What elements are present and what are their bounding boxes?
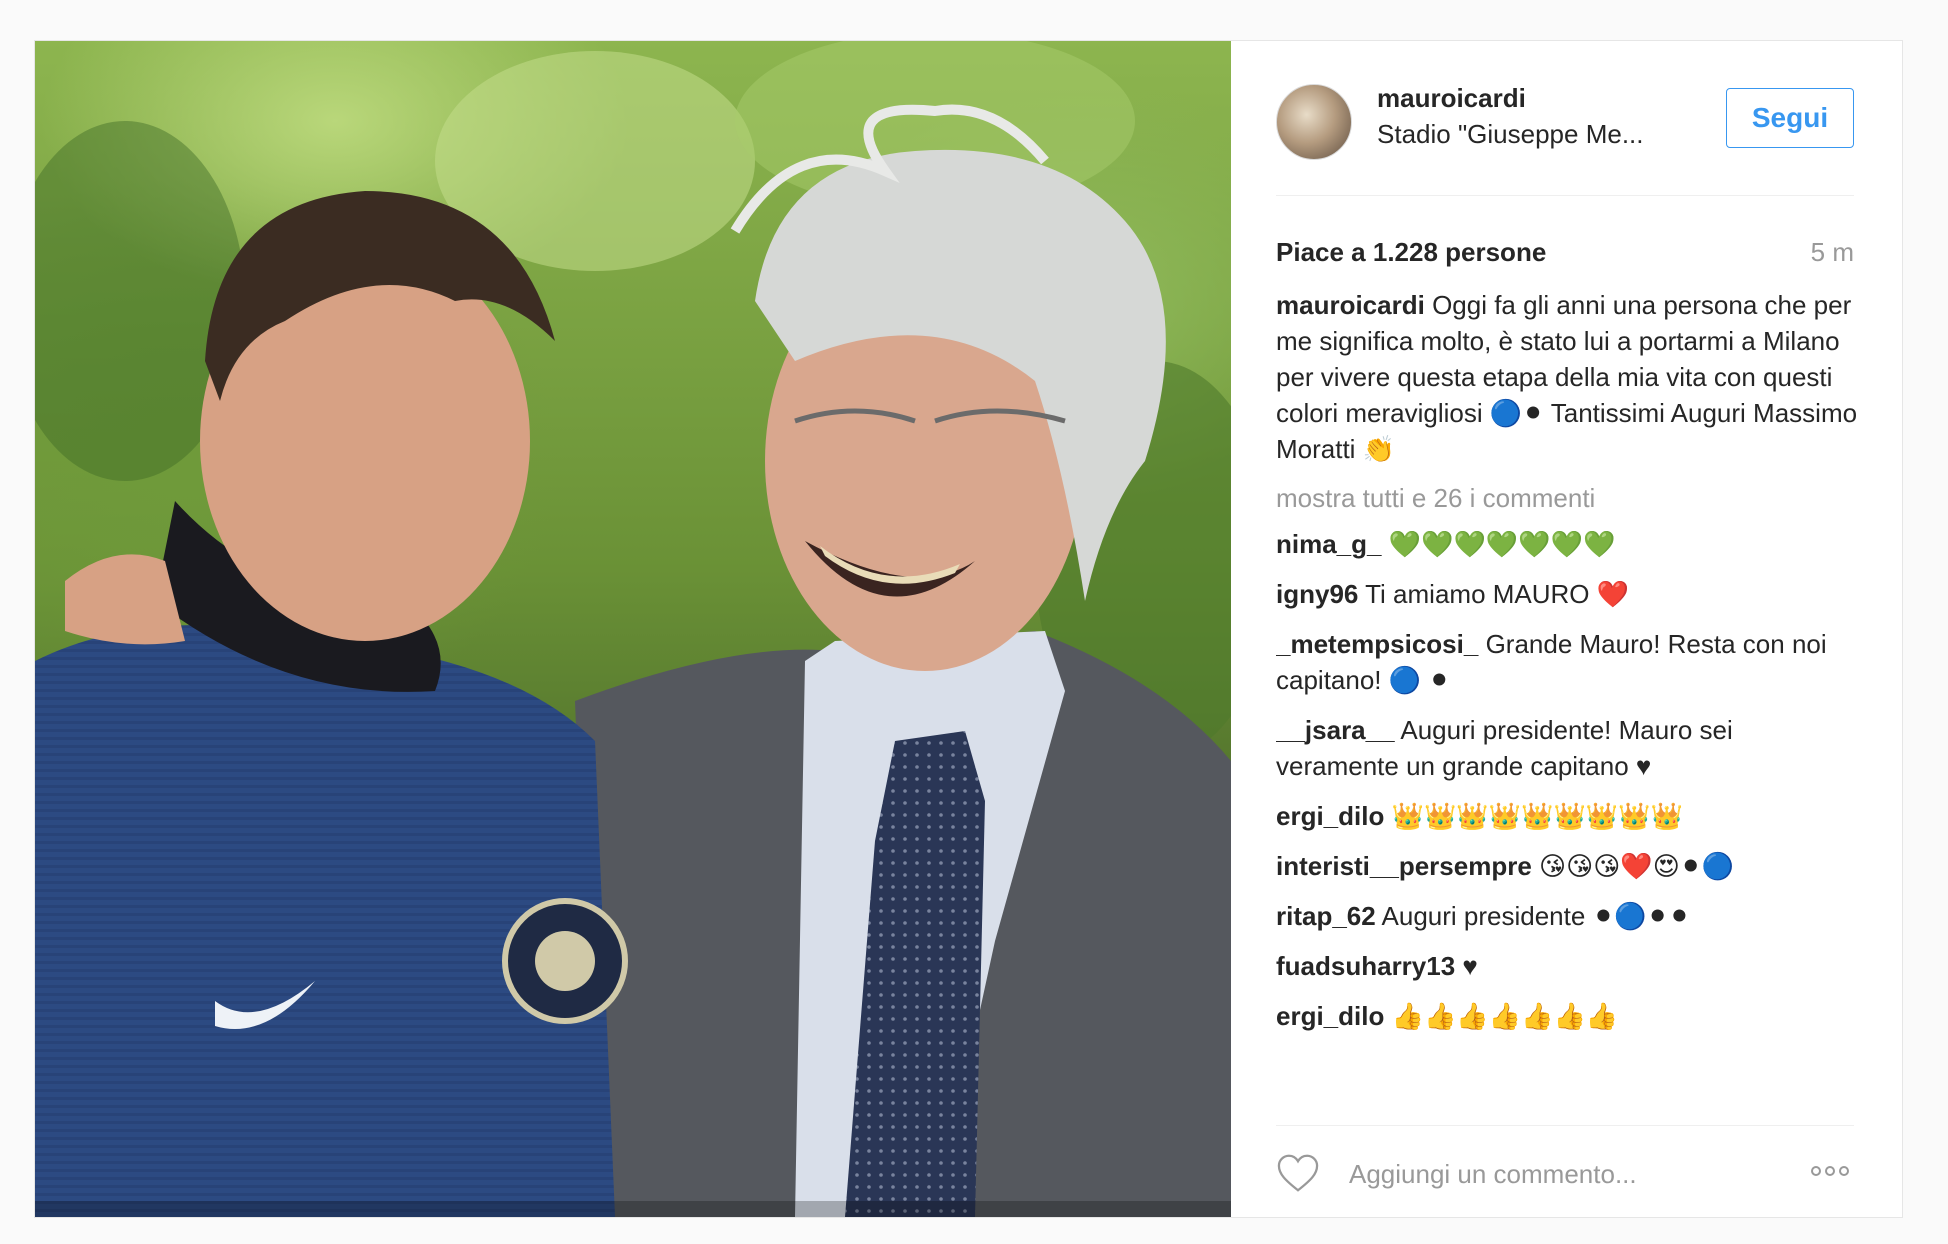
comment-username[interactable]: interisti__persempre — [1276, 851, 1532, 881]
comment-text: 💚💚💚💚💚💚💚 — [1388, 529, 1616, 559]
dot-icon — [1839, 1166, 1849, 1176]
post-sidebar: mauroicardi Stadio "Giuseppe Me... Segui… — [1231, 41, 1902, 1217]
dot-icon — [1825, 1166, 1835, 1176]
comment-text: Auguri presidente ⚫🔵⚫⚫ — [1381, 901, 1691, 931]
divider — [1276, 195, 1854, 196]
comment-item: fuadsuharry13 ♥ — [1276, 948, 1861, 984]
comment-item: ritap_62 Auguri presidente ⚫🔵⚫⚫ — [1276, 898, 1861, 934]
heart-outline-icon[interactable] — [1276, 1153, 1320, 1193]
comment-item: igny96 Ti amiamo MAURO ❤️ — [1276, 576, 1861, 612]
comment-input[interactable] — [1349, 1153, 1769, 1195]
comment-username[interactable]: __jsara__ — [1276, 715, 1395, 745]
timestamp[interactable]: 5 m — [1811, 237, 1854, 268]
caption: mauroicardi Oggi fa gli anni una persona… — [1276, 287, 1861, 467]
comment-username[interactable]: nima_g_ — [1276, 529, 1382, 559]
comment-text: ♥ — [1462, 951, 1478, 981]
comment-username[interactable]: ergi_dilo — [1276, 1001, 1384, 1031]
follow-button[interactable]: Segui — [1726, 88, 1854, 148]
comment-item: __jsara__ Auguri presidente! Mauro sei v… — [1276, 712, 1861, 784]
comment-text: 👍👍👍👍👍👍👍 — [1391, 1001, 1619, 1031]
comment-text: Ti amiamo MAURO ❤️ — [1365, 579, 1630, 609]
comment-item: nima_g_ 💚💚💚💚💚💚💚 — [1276, 526, 1861, 562]
avatar[interactable] — [1276, 84, 1352, 160]
comment-text: 👑👑👑👑👑👑👑👑👑 — [1391, 801, 1683, 831]
post-card: mauroicardi Stadio "Giuseppe Me... Segui… — [34, 40, 1903, 1218]
comment-username[interactable]: igny96 — [1276, 579, 1358, 609]
comment-item: interisti__persempre 😘😘😘❤️😍⚫🔵 — [1276, 848, 1861, 884]
caption-username[interactable]: mauroicardi — [1276, 290, 1425, 320]
comment-item: ergi_dilo 👍👍👍👍👍👍👍 — [1276, 998, 1861, 1034]
header-username[interactable]: mauroicardi — [1377, 83, 1526, 114]
comment-username[interactable]: ergi_dilo — [1276, 801, 1384, 831]
comment-item: _metempsicosi_ Grande Mauro! Resta con n… — [1276, 626, 1861, 698]
comment-username[interactable]: fuadsuharry13 — [1276, 951, 1455, 981]
dot-icon — [1811, 1166, 1821, 1176]
post-photo[interactable] — [35, 41, 1231, 1217]
show-all-comments-link[interactable]: mostra tutti e 26 i commenti — [1276, 480, 1861, 516]
photo-illustration — [35, 41, 1231, 1217]
divider — [1276, 1125, 1854, 1126]
comment-item: ergi_dilo 👑👑👑👑👑👑👑👑👑 — [1276, 798, 1861, 834]
comment-text: 😘😘😘❤️😍⚫🔵 — [1539, 851, 1734, 881]
comment-username[interactable]: ritap_62 — [1276, 901, 1376, 931]
location-link[interactable]: Stadio "Giuseppe Me... — [1377, 119, 1697, 150]
comment-username[interactable]: _metempsicosi_ — [1276, 629, 1478, 659]
more-options-icon[interactable] — [1811, 1163, 1857, 1181]
likes-count[interactable]: Piace a 1.228 persone — [1276, 237, 1546, 268]
comments-list[interactable]: mauroicardi Oggi fa gli anni una persona… — [1276, 287, 1861, 1125]
